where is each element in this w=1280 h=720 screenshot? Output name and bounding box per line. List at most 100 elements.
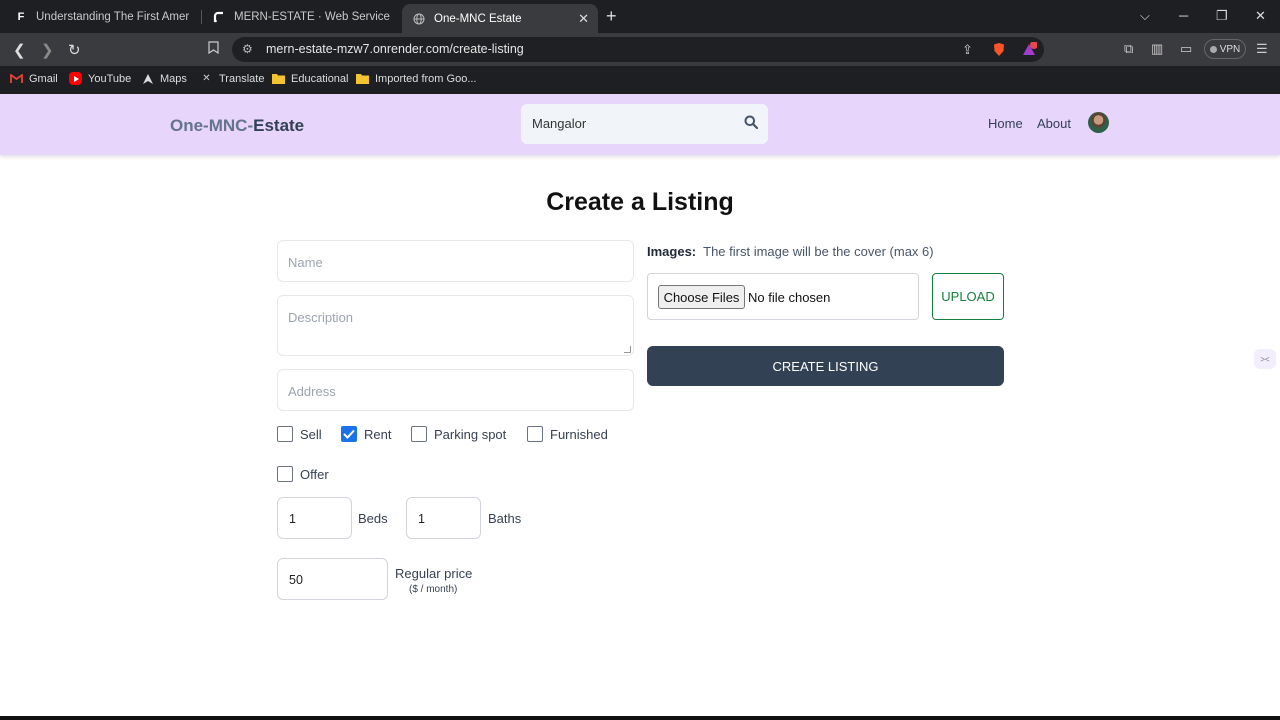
upload-button[interactable]: UPLOAD bbox=[932, 273, 1004, 320]
render-favicon-icon bbox=[212, 10, 226, 24]
description-textarea[interactable]: Description bbox=[277, 295, 634, 356]
baths-input[interactable]: 1 bbox=[406, 497, 481, 539]
avatar[interactable] bbox=[1088, 112, 1109, 133]
choose-files-button[interactable]: Choose Files bbox=[658, 285, 745, 309]
side-extension-icon[interactable]: >< bbox=[1254, 349, 1276, 369]
logo-part-dark: Estate bbox=[253, 116, 305, 135]
bookmark-imported[interactable]: Imported from Goo... bbox=[356, 72, 476, 85]
address-input[interactable]: Address bbox=[277, 369, 634, 411]
share-icon[interactable]: ⇪ bbox=[962, 42, 973, 58]
bookmark-educational[interactable]: Educational bbox=[272, 72, 349, 85]
checkbox-box[interactable] bbox=[277, 466, 293, 482]
checkbox-label: Rent bbox=[364, 426, 392, 442]
bookmark-label: YouTube bbox=[88, 72, 132, 85]
translate-icon: ✕ bbox=[202, 73, 211, 84]
regular-price-input[interactable]: 50 bbox=[277, 558, 388, 600]
no-file-text: No file chosen bbox=[748, 290, 831, 305]
search-icon[interactable] bbox=[744, 115, 759, 130]
vpn-status-icon bbox=[1209, 45, 1217, 53]
bookmark-maps[interactable]: Maps bbox=[141, 72, 187, 85]
tab-one-mnc-estate[interactable]: One-MNC Estate ✕ bbox=[402, 4, 598, 33]
tab-title: Understanding The First American Fi bbox=[36, 11, 190, 23]
gmail-icon bbox=[10, 72, 23, 85]
search-input[interactable]: Mangalor bbox=[521, 104, 768, 144]
taskbar-edge bbox=[0, 716, 1280, 720]
restore-icon[interactable]: ❐ bbox=[1216, 8, 1228, 24]
logo-part-light: One-MNC- bbox=[170, 116, 254, 135]
name-input[interactable]: Name bbox=[277, 240, 634, 282]
browser-chrome: F Understanding The First American Fi ME… bbox=[0, 0, 1280, 94]
nav-about-link[interactable]: About bbox=[1037, 116, 1071, 131]
reload-icon[interactable]: ↻ bbox=[68, 41, 81, 59]
tab-title: One-MNC Estate bbox=[434, 12, 522, 25]
price-unit-label: ($ / month) bbox=[409, 584, 458, 595]
images-label-bold: Images: bbox=[647, 244, 697, 259]
baths-value: 1 bbox=[418, 512, 425, 526]
bookmark-icon[interactable] bbox=[208, 41, 219, 58]
new-tab-icon[interactable]: + bbox=[606, 6, 617, 27]
brave-rewards-icon[interactable] bbox=[1021, 41, 1038, 60]
forward-icon[interactable]: ❯ bbox=[41, 41, 54, 59]
site-settings-icon[interactable]: ⚙ bbox=[242, 42, 253, 56]
tab-title: MERN-ESTATE · Web Service · Rend bbox=[234, 11, 390, 23]
url-text: mern-estate-mzw7.onrender.com/create-lis… bbox=[266, 42, 524, 56]
site-logo[interactable]: One-MNC-Estate bbox=[170, 116, 304, 136]
name-placeholder: Name bbox=[288, 255, 323, 270]
globe-icon bbox=[412, 12, 426, 26]
create-listing-button[interactable]: CREATE LISTING bbox=[647, 346, 1004, 386]
checkbox-box[interactable] bbox=[527, 426, 543, 442]
bookmark-label: Educational bbox=[291, 72, 349, 85]
search-value: Mangalor bbox=[532, 116, 587, 131]
bookmark-translate[interactable]: ✕ Translate bbox=[200, 72, 264, 85]
extensions-icon[interactable]: ⧉ bbox=[1124, 41, 1133, 57]
sell-checkbox[interactable]: Sell bbox=[277, 426, 322, 442]
site-header: One-MNC-Estate Mangalor Home About bbox=[0, 94, 1280, 155]
baths-label: Baths bbox=[488, 511, 522, 526]
bookmark-gmail[interactable]: Gmail bbox=[10, 72, 58, 85]
tab-render-service[interactable]: MERN-ESTATE · Web Service · Rend bbox=[202, 4, 400, 30]
bookmark-label: Maps bbox=[160, 72, 187, 85]
address-bar[interactable]: ⚙ mern-estate-mzw7.onrender.com/create-l… bbox=[232, 37, 1044, 62]
close-window-icon[interactable]: ✕ bbox=[1255, 8, 1266, 24]
wallet-icon[interactable]: ▭ bbox=[1180, 41, 1192, 57]
youtube-icon bbox=[69, 72, 82, 85]
first-american-favicon-icon: F bbox=[17, 11, 25, 23]
sidebar-icon[interactable]: ▥ bbox=[1151, 41, 1163, 57]
checkbox-box[interactable] bbox=[277, 426, 293, 442]
nav-home-link[interactable]: Home bbox=[988, 116, 1023, 131]
page-title: Create a Listing bbox=[546, 188, 734, 216]
tab-first-american[interactable]: F Understanding The First American Fi bbox=[4, 4, 200, 30]
checkmark-icon bbox=[343, 429, 355, 439]
close-tab-icon[interactable]: ✕ bbox=[578, 11, 589, 27]
description-placeholder: Description bbox=[288, 310, 354, 325]
vpn-button[interactable]: VPN bbox=[1204, 39, 1246, 59]
offer-checkbox[interactable]: Offer bbox=[277, 466, 329, 482]
minimize-icon[interactable]: ─ bbox=[1179, 8, 1188, 23]
maps-icon bbox=[141, 72, 154, 85]
bookmarks-bar: Gmail YouTube Maps ✕ Translate Education… bbox=[0, 66, 1280, 94]
folder-icon bbox=[356, 72, 369, 85]
brave-shields-icon[interactable] bbox=[992, 42, 1006, 60]
bookmark-youtube[interactable]: YouTube bbox=[69, 72, 131, 85]
images-hint: The first image will be the cover (max 6… bbox=[703, 244, 934, 259]
file-input[interactable]: Choose Files No file chosen bbox=[647, 273, 919, 320]
tab-bar: F Understanding The First American Fi ME… bbox=[0, 0, 1280, 33]
checkbox-label: Sell bbox=[300, 426, 322, 442]
checkbox-box[interactable] bbox=[411, 426, 427, 442]
bookmark-label: Translate bbox=[219, 72, 265, 85]
checkbox-box[interactable] bbox=[341, 426, 357, 442]
back-icon[interactable]: ❮ bbox=[13, 41, 26, 59]
beds-value: 1 bbox=[289, 512, 296, 526]
menu-icon[interactable]: ☰ bbox=[1256, 41, 1268, 57]
checkbox-label: Furnished bbox=[550, 426, 608, 442]
bookmark-label: Gmail bbox=[29, 72, 58, 85]
rent-checkbox[interactable]: Rent bbox=[341, 426, 391, 442]
beds-label: Beds bbox=[358, 511, 388, 526]
checkbox-label: Offer bbox=[300, 466, 329, 482]
parking-spot-checkbox[interactable]: Parking spot bbox=[411, 426, 506, 442]
beds-input[interactable]: 1 bbox=[277, 497, 352, 539]
resize-handle-icon[interactable] bbox=[624, 346, 631, 353]
browser-toolbar: ❮ ❯ ↻ ⚙ mern-estate-mzw7.onrender.com/cr… bbox=[0, 33, 1280, 66]
furnished-checkbox[interactable]: Furnished bbox=[527, 426, 608, 442]
tab-search-chevron-icon[interactable]: ⌵ bbox=[1140, 8, 1150, 24]
